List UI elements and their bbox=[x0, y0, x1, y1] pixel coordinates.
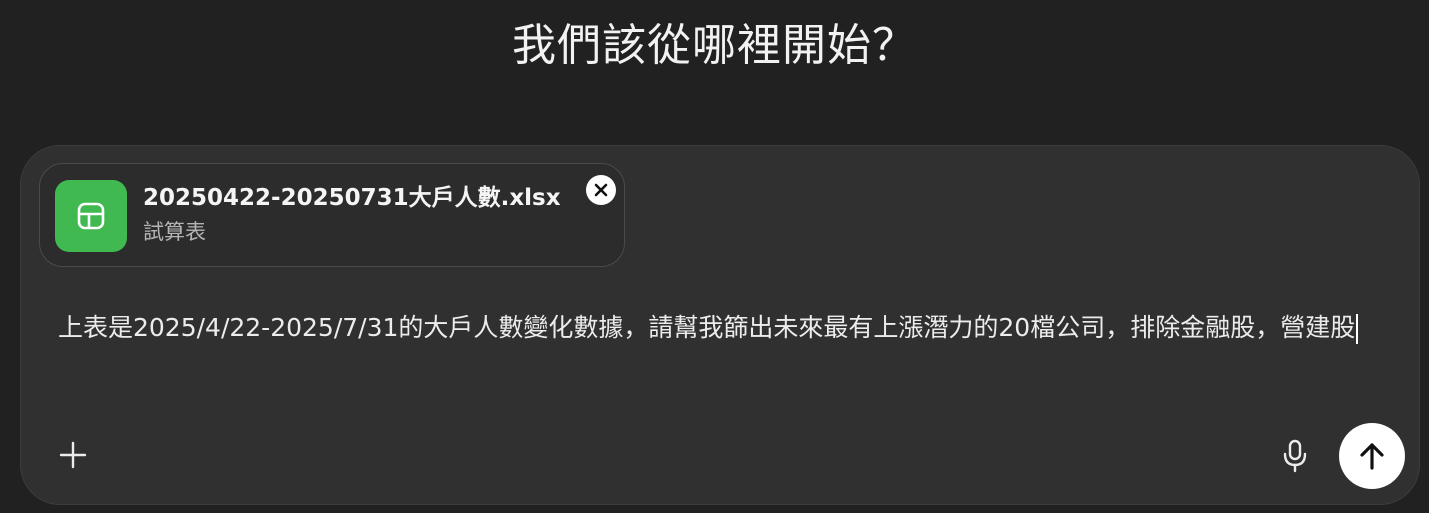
remove-attachment-button[interactable] bbox=[586, 175, 616, 205]
chat-home: 我們該從哪裡開始？ 20250422-20250731大戶人數.xlsx 試算表… bbox=[0, 0, 1429, 513]
plus-icon bbox=[59, 441, 87, 469]
arrow-up-icon bbox=[1360, 443, 1384, 470]
voice-input-button[interactable] bbox=[1275, 436, 1315, 476]
attachment-file-type: 試算表 bbox=[143, 220, 206, 244]
prompt-text: 上表是2025/4/22-2025/7/31的大戶人數變化數據，請幫我篩出未來最… bbox=[58, 313, 1356, 342]
close-icon bbox=[594, 183, 608, 197]
add-attachment-button[interactable] bbox=[51, 433, 95, 477]
prompt-composer: 20250422-20250731大戶人數.xlsx 試算表 上表是2025/4… bbox=[20, 145, 1420, 505]
spreadsheet-icon bbox=[55, 180, 127, 252]
file-attachment-card[interactable]: 20250422-20250731大戶人數.xlsx 試算表 bbox=[39, 163, 625, 267]
send-button[interactable] bbox=[1339, 423, 1405, 489]
prompt-input[interactable]: 上表是2025/4/22-2025/7/31的大戶人數變化數據，請幫我篩出未來最… bbox=[58, 306, 1393, 350]
microphone-icon bbox=[1283, 439, 1307, 473]
page-title: 我們該從哪裡開始？ bbox=[512, 20, 917, 71]
attachment-file-name: 20250422-20250731大戶人數.xlsx bbox=[143, 185, 561, 211]
text-caret bbox=[1356, 314, 1359, 344]
